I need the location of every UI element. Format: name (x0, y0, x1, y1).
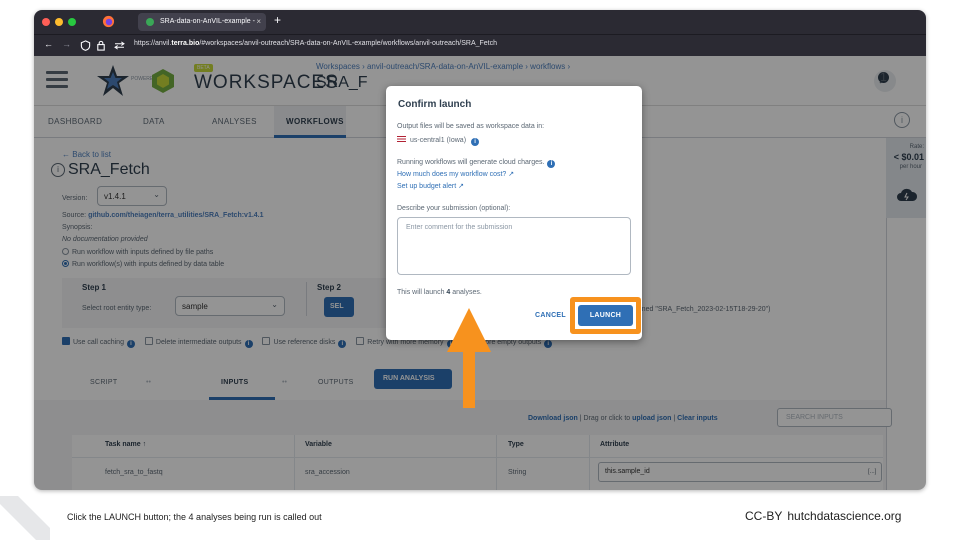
browser-tab-bar: SRA-data-on-AnVIL-example - × + (34, 10, 926, 34)
firefox-icon[interactable] (102, 15, 115, 28)
modal-title: Confirm launch (398, 99, 472, 110)
launch-button[interactable]: LAUNCH (578, 305, 633, 326)
callout-arrow-icon (447, 308, 491, 408)
maximize-window-dot[interactable] (68, 18, 76, 26)
region-line: us-central1 (Iowa) i (397, 136, 487, 146)
back-arrow-icon[interactable]: ← (44, 39, 53, 49)
tab-close-icon[interactable]: × (256, 13, 261, 31)
browser-window: SRA-data-on-AnVIL-example - × + ← → http… (34, 10, 926, 490)
slide-credit: CC-BY hutchdatascience.org (745, 509, 902, 523)
budget-alert-link[interactable]: Set up budget alert ↗ (397, 182, 464, 190)
tab-title: SRA-data-on-AnVIL-example - (160, 18, 255, 25)
slide-caption: Click the LAUNCH button; the 4 analyses … (67, 512, 322, 522)
shield-icon[interactable] (80, 40, 91, 51)
launch-count-text: This will launch 4 analyses. (397, 289, 482, 296)
us-flag-icon (397, 136, 406, 142)
lock-icon[interactable] (96, 40, 106, 51)
output-location-text: Output files will be saved as workspace … (397, 123, 545, 130)
slide-corner-decoration (0, 496, 50, 540)
forward-arrow-icon[interactable]: → (62, 39, 71, 49)
browser-tab[interactable]: SRA-data-on-AnVIL-example - × (138, 13, 266, 31)
submission-comment-field[interactable] (397, 217, 631, 275)
minimize-window-dot[interactable] (55, 18, 63, 26)
url-bar: ← → https://anvil.terra.bio/#workspaces/… (34, 34, 926, 56)
new-tab-button[interactable]: + (274, 13, 281, 27)
describe-label: Describe your submission (optional): (397, 205, 511, 212)
cancel-button[interactable]: CANCEL (535, 312, 566, 319)
info-icon[interactable]: i (547, 160, 556, 168)
workflow-cost-link[interactable]: How much does my workflow cost? ↗ (397, 170, 514, 178)
url-text[interactable]: https://anvil.terra.bio/#workspaces/anvi… (134, 40, 497, 47)
terra-favicon-icon (146, 18, 154, 26)
permissions-icon[interactable] (114, 41, 125, 50)
close-window-dot[interactable] (42, 18, 50, 26)
info-icon[interactable]: i (471, 138, 480, 146)
charges-line: Running workflows will generate cloud ch… (397, 159, 563, 168)
